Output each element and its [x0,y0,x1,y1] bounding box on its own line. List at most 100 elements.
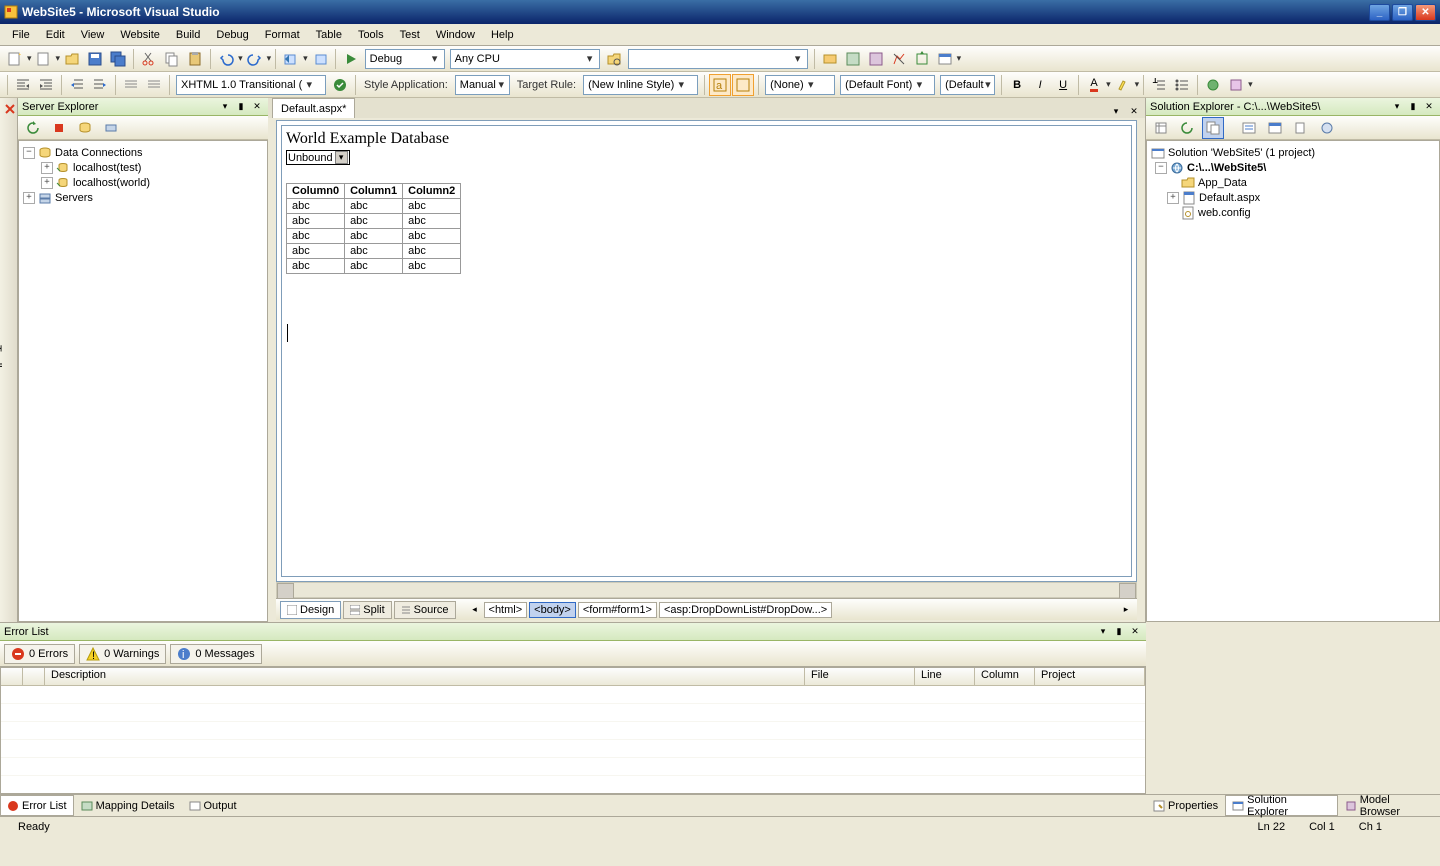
panel-close-icon[interactable]: ✕ [1422,100,1436,114]
table-cell[interactable]: abc [287,214,345,229]
table-cell[interactable]: abc [403,259,461,274]
right-tab-model-browser[interactable]: Model Browser [1338,795,1440,816]
target-rule-dropdown[interactable]: (New Inline Style)▾ [583,75,698,95]
table-row[interactable]: abcabcabc [287,259,461,274]
table-row[interactable]: abcabcabc [287,229,461,244]
new-file-button[interactable] [33,48,55,70]
bottom-tab-output[interactable]: Output [182,795,244,816]
error-list-header[interactable]: Error List ▾ ▮ ✕ [0,623,1146,641]
copy-button[interactable] [161,48,183,70]
menu-website[interactable]: Website [112,27,168,43]
connect-icon[interactable] [74,117,96,139]
stop-icon[interactable] [48,117,70,139]
table-cell[interactable]: abc [345,244,403,259]
warnings-filter[interactable]: !0 Warnings [79,644,166,664]
config-dropdown[interactable]: Debug▾ [365,49,445,69]
solution-explorer-header[interactable]: Solution Explorer - C:\...\WebSite5\ ▾ ▮… [1146,98,1440,116]
copy-website-icon[interactable] [1290,117,1312,139]
panel-dropdown-icon[interactable]: ▾ [1096,625,1110,639]
table-cell[interactable]: abc [403,214,461,229]
right-tab-solution-explorer[interactable]: Solution Explorer [1225,795,1338,816]
platform-dropdown[interactable]: Any CPU▾ [450,49,600,69]
fontcolor-button[interactable]: A [1083,74,1105,96]
col-header[interactable]: Column2 [403,184,461,199]
panel-close-icon[interactable]: ✕ [250,100,264,114]
col-description[interactable]: Description [45,668,805,685]
refresh-icon[interactable] [22,117,44,139]
col-file[interactable]: File [805,668,915,685]
table-cell[interactable]: abc [287,199,345,214]
panel-pin-icon[interactable]: ▮ [1112,625,1126,639]
new-project-button[interactable] [4,48,26,70]
menu-test[interactable]: Test [392,27,428,43]
indent-button[interactable] [89,74,111,96]
bottom-tab-errorlist[interactable]: Error List [0,795,74,816]
col-project[interactable]: Project [1035,668,1145,685]
breadcrumb-body[interactable]: <body> [529,602,576,618]
indent-left-button[interactable] [12,74,34,96]
size-dropdown[interactable]: (Default ▾ [940,75,995,95]
doctype-dropdown[interactable]: XHTML 1.0 Transitional (▾ [176,75,326,95]
split-tab[interactable]: Split [343,601,391,619]
start-debug-button[interactable] [340,48,362,70]
save-all-button[interactable] [107,48,129,70]
font-dropdown[interactable]: (Default Font)▾ [840,75,935,95]
tree-appdata[interactable]: App_Data [1151,175,1435,190]
tree-default-aspx[interactable]: +Default.aspx [1151,190,1435,205]
source-tab[interactable]: Source [394,601,456,619]
tree-conn-2[interactable]: +localhost(world) [23,175,263,190]
bold-button[interactable]: B [1006,74,1028,96]
panel-close-icon[interactable]: ✕ [1128,625,1142,639]
tool-icon-5[interactable] [911,48,933,70]
nest-files-icon[interactable] [1202,117,1224,139]
table-cell[interactable]: abc [287,259,345,274]
menu-table[interactable]: Table [308,27,350,43]
menu-view[interactable]: View [73,27,113,43]
properties-icon[interactable] [1150,117,1172,139]
nav-forward-button[interactable] [309,48,331,70]
table-row[interactable]: abcabcabc [287,244,461,259]
comment-button[interactable] [120,74,142,96]
maximize-button[interactable]: ❐ [1392,4,1413,21]
errors-filter[interactable]: 0 Errors [4,644,75,664]
menu-build[interactable]: Build [168,27,208,43]
tool-icon-4[interactable] [888,48,910,70]
close-button[interactable]: ✕ [1415,4,1436,21]
refresh-icon[interactable] [1176,117,1198,139]
table-cell[interactable]: abc [403,229,461,244]
open-button[interactable] [61,48,83,70]
titlebar[interactable]: WebSite5 - Microsoft Visual Studio _ ❐ ✕ [0,0,1440,24]
page-heading[interactable]: World Example Database [286,130,1127,148]
panel-pin-icon[interactable]: ▮ [1406,100,1420,114]
view-code-icon[interactable] [1238,117,1260,139]
error-list-body[interactable] [1,686,1145,786]
menu-file[interactable]: File [4,27,38,43]
table-cell[interactable]: abc [403,199,461,214]
breadcrumb-form[interactable]: <form#form1> [578,602,657,618]
tab-dropdown-icon[interactable]: ▾ [1109,104,1123,118]
col-header[interactable]: Column1 [345,184,403,199]
server-explorer-header[interactable]: Server Explorer ▾ ▮ ✕ [18,98,268,116]
table-cell[interactable]: abc [345,199,403,214]
table-cell[interactable]: abc [287,229,345,244]
highlight-button[interactable] [1112,74,1134,96]
breadcrumb-dropdown[interactable]: <asp:DropDownList#DropDow...> [659,602,832,618]
uncomment-button[interactable] [143,74,165,96]
menu-format[interactable]: Format [257,27,308,43]
col-column[interactable]: Column [975,668,1035,685]
menu-help[interactable]: Help [483,27,522,43]
table-cell[interactable]: abc [287,244,345,259]
table-row[interactable]: abcabcabc [287,214,461,229]
panel-dropdown-icon[interactable]: ▾ [218,100,232,114]
css-tool-1[interactable]: a [709,74,731,96]
designer-surface[interactable]: World Example Database Unbound▾ Column0 … [276,120,1137,582]
table-cell[interactable]: abc [345,259,403,274]
col-header[interactable]: Column0 [287,184,345,199]
table-cell[interactable]: abc [345,214,403,229]
tree-servers[interactable]: +Servers [23,190,263,205]
style-app-dropdown[interactable]: Manual▾ [455,75,510,95]
paste-button[interactable] [184,48,206,70]
dropdown-control[interactable]: Unbound▾ [286,150,350,165]
insert-button[interactable] [1225,74,1247,96]
tree-solution[interactable]: Solution 'WebSite5' (1 project) [1151,145,1435,160]
